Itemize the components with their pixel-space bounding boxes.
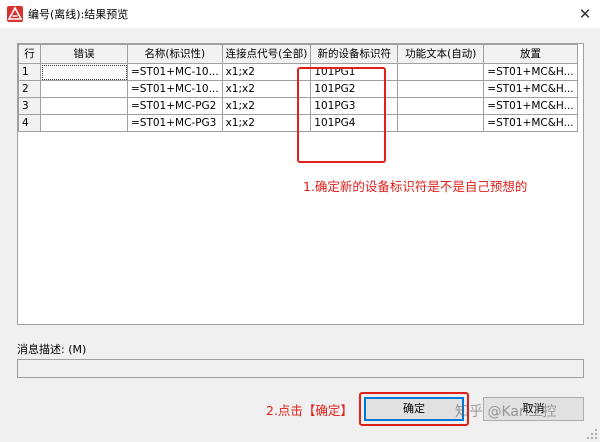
row-number-cell[interactable]: 3	[18, 97, 41, 115]
message-label: 消息描述: (M)	[17, 343, 87, 356]
annotation-note-1: 1.确定新的设备标识符是不是自己预想的	[303, 179, 528, 194]
column-header-placement[interactable]: 放置	[483, 44, 578, 64]
error-cell[interactable]	[40, 80, 128, 98]
close-button[interactable]: ✕	[574, 3, 596, 25]
watermark: 知乎 @Karl工控	[455, 404, 557, 420]
placement-cell[interactable]: =ST01+MC&H...	[483, 63, 578, 81]
error-cell[interactable]	[40, 97, 128, 115]
title-bar: 编号(离线):结果预览 ✕	[0, 0, 600, 28]
row-number-cell[interactable]: 2	[18, 80, 41, 98]
column-header-name[interactable]: 名称(标识性)	[127, 44, 223, 64]
column-header-connection[interactable]: 连接点代号(全部)	[221, 44, 312, 64]
name-cell[interactable]: =ST01+MC-10...	[127, 63, 223, 81]
name-cell[interactable]: =ST01+MC-PG2	[127, 97, 223, 115]
error-cell[interactable]	[40, 63, 128, 81]
error-cell[interactable]	[40, 114, 128, 132]
annotation-note-2: 2.点击【确定】	[266, 403, 353, 418]
message-field[interactable]	[17, 359, 584, 378]
function-text-cell[interactable]	[397, 80, 485, 98]
resize-grip-icon[interactable]	[586, 428, 598, 440]
function-text-cell[interactable]	[397, 63, 485, 81]
placement-cell[interactable]: =ST01+MC&H...	[483, 97, 578, 115]
function-text-cell[interactable]	[397, 97, 485, 115]
column-header-new-id[interactable]: 新的设备标识符	[310, 44, 399, 64]
column-header-function-text[interactable]: 功能文本(自动)	[397, 44, 485, 64]
table-header-row: 行 错误 名称(标识性) 连接点代号(全部) 新的设备标识符 功能文本(自动) …	[18, 44, 578, 64]
row-number-cell[interactable]: 4	[18, 114, 41, 132]
annotation-highlight-new-id-column	[297, 67, 386, 163]
ok-button[interactable]: 确定	[364, 397, 464, 421]
function-text-cell[interactable]	[397, 114, 485, 132]
app-logo-icon	[7, 6, 23, 22]
column-header-error[interactable]: 错误	[40, 44, 128, 64]
name-cell[interactable]: =ST01+MC-PG3	[127, 114, 223, 132]
window-title: 编号(离线):结果预览	[28, 8, 129, 21]
placement-cell[interactable]: =ST01+MC&H...	[483, 114, 578, 132]
column-header-row[interactable]: 行	[18, 44, 41, 64]
dialog-body: 行 错误 名称(标识性) 连接点代号(全部) 新的设备标识符 功能文本(自动) …	[0, 28, 600, 442]
row-number-cell[interactable]: 1	[18, 63, 41, 81]
name-cell[interactable]: =ST01+MC-10...	[127, 80, 223, 98]
placement-cell[interactable]: =ST01+MC&H...	[483, 80, 578, 98]
